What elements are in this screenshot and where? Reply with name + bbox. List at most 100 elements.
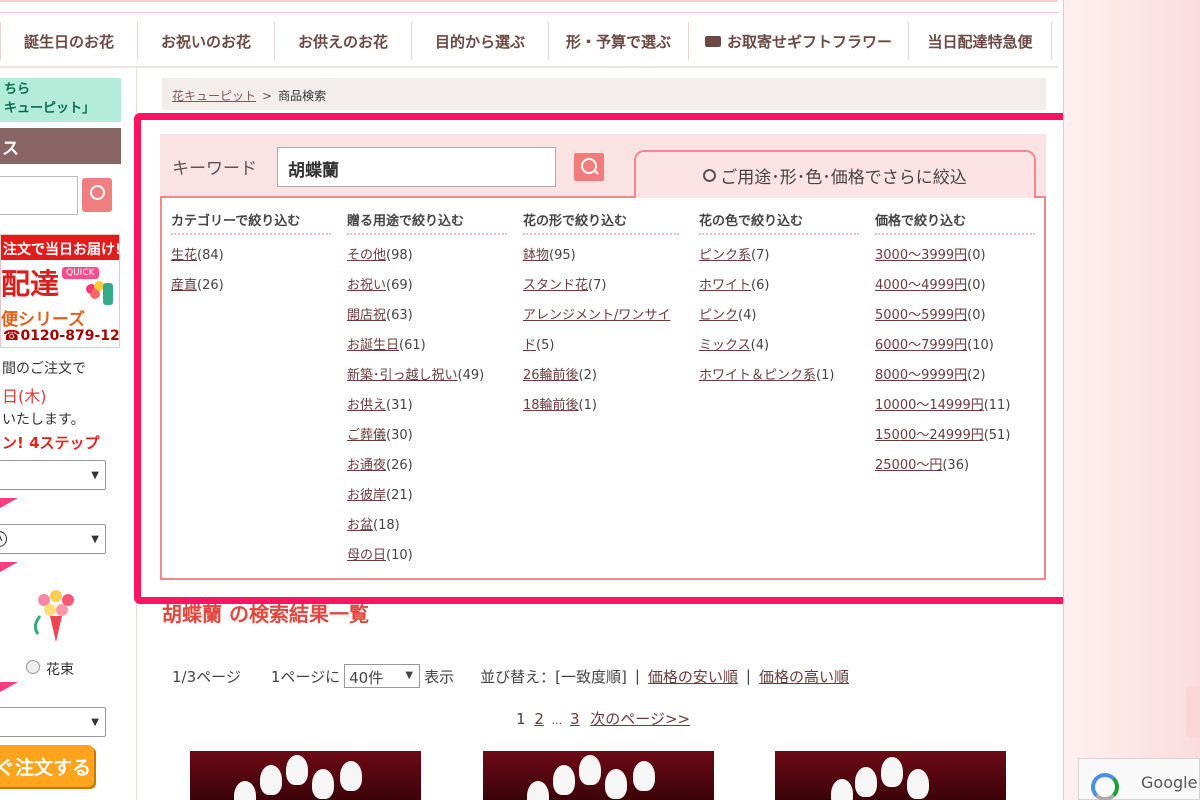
refine-item-link[interactable]: その他 [347, 248, 386, 263]
nav-item-offering[interactable]: お供えのお花 [275, 22, 412, 60]
refine-item-link[interactable]: お彼岸 [347, 488, 386, 503]
refine-item-link[interactable]: ご葬儀 [347, 428, 386, 443]
refine-item-link[interactable]: 5000～5999円 [875, 308, 967, 323]
refine-item-link[interactable]: お盆 [347, 518, 373, 533]
page-link-3[interactable]: 3 [570, 710, 580, 728]
refine-item-link[interactable]: 6000～7999円 [875, 338, 967, 353]
radio-bouquet[interactable] [26, 660, 40, 674]
nav-item-purpose[interactable]: 目的から選ぶ [412, 22, 549, 60]
refine-item-link[interactable]: 26輪前後 [523, 368, 579, 383]
refine-item[interactable]: 26輪前後(2) [523, 361, 679, 391]
refine-item[interactable]: お誕生日(61) [347, 331, 507, 361]
refine-item[interactable]: ホワイト＆ピンク系(1) [699, 361, 859, 391]
refine-tab[interactable]: ご用途･形･色･価格でさらに絞込 [634, 150, 1036, 198]
refine-item[interactable]: 産直(26) [171, 271, 331, 301]
refine-item-link[interactable]: お誕生日 [347, 338, 399, 353]
nav-item-birthday[interactable]: 誕生日のお花 [0, 22, 138, 60]
nav-item-gift-flower[interactable]: お取寄せギフトフラワー [689, 22, 909, 60]
refine-item-count: (10) [967, 338, 994, 353]
refine-item[interactable]: 新築･引っ越し祝い(49) [347, 361, 507, 391]
sidebar-text: いたします。 [2, 412, 85, 428]
sort-cheap-link[interactable]: 価格の安い順 [648, 666, 738, 687]
nav-item-express[interactable]: 当日配達特急便 [909, 22, 1052, 60]
refine-item[interactable]: 鉢物(95) [523, 241, 679, 271]
refine-item-link[interactable]: お祝い [347, 278, 386, 293]
refine-item[interactable]: 5000～5999円(0) [875, 301, 1035, 331]
nav-item-shape-budget[interactable]: 形・予算で選ぶ [549, 22, 689, 60]
refine-item[interactable]: ピンク(4) [699, 301, 859, 331]
refine-item[interactable]: お祝い(69) [347, 271, 507, 301]
refine-item-link[interactable]: ピンク [699, 308, 738, 323]
refine-item-link[interactable]: お通夜 [347, 458, 386, 473]
refine-item-link[interactable]: 産直 [171, 278, 197, 293]
page-info: 1/3ページ [172, 667, 241, 686]
sidebar-select-1[interactable]: ▼ [0, 460, 106, 490]
recaptcha-badge[interactable]: Google [1078, 758, 1200, 800]
refine-item-link[interactable]: ミックス [699, 338, 751, 353]
refine-item-link[interactable]: 3000～3999円 [875, 248, 967, 263]
refine-item-link[interactable]: 新築･引っ越し祝い [347, 368, 458, 383]
refine-item-link[interactable]: 鉢物 [523, 248, 549, 263]
product-thumbnail[interactable] [483, 751, 714, 800]
refine-item[interactable]: お彼岸(21) [347, 481, 507, 511]
refine-item-link[interactable]: ホワイト [699, 278, 751, 293]
refine-item-link[interactable]: スタンド花 [523, 278, 588, 293]
radio-label: 花束 [46, 662, 74, 678]
refine-item-link[interactable]: 18輪前後 [523, 398, 579, 413]
order-button[interactable]: ぐ注文する [0, 745, 94, 787]
refine-item[interactable]: お盆(18) [347, 511, 507, 541]
sidebar-search-input[interactable] [0, 176, 78, 215]
refine-item[interactable]: その他(98) [347, 241, 507, 271]
refine-item[interactable]: ミックス(4) [699, 331, 859, 361]
refine-item[interactable]: ご葬儀(30) [347, 421, 507, 451]
refine-item[interactable]: 15000～24999円(51) [875, 421, 1035, 451]
refine-item-link[interactable]: 15000～24999円 [875, 428, 984, 443]
column-title: 贈る用途で絞り込む [347, 210, 507, 235]
keyword-search-button[interactable] [574, 153, 604, 181]
sidebar-select-2[interactable]: A ▼ [0, 524, 106, 554]
refine-item[interactable]: 3000～3999円(0) [875, 241, 1035, 271]
refine-item-link[interactable]: 母の日 [347, 548, 386, 563]
refine-item[interactable]: お通夜(26) [347, 451, 507, 481]
refine-item[interactable]: 4000～4999円(0) [875, 271, 1035, 301]
per-page-select[interactable]: 40件 ▼ [344, 664, 421, 688]
sort-current: [一致度順] [555, 667, 627, 686]
refine-item[interactable]: 10000～14999円(11) [875, 391, 1035, 421]
refine-item[interactable]: 25000～円(36) [875, 451, 1035, 481]
refine-item-link[interactable]: ピンク系 [699, 248, 751, 263]
product-thumbnail[interactable] [775, 751, 1006, 800]
refine-item-link[interactable]: お供え [347, 398, 386, 413]
refine-item-link[interactable]: ホワイト＆ピンク系 [699, 368, 816, 383]
refine-item[interactable]: 生花(84) [171, 241, 331, 271]
refine-item[interactable]: 6000～7999円(10) [875, 331, 1035, 361]
refine-item[interactable]: スタンド花(7) [523, 271, 679, 301]
sidebar-select-3[interactable]: ▼ [0, 707, 106, 737]
keyword-input[interactable]: 胡蝶蘭 [277, 147, 556, 187]
refine-item[interactable]: ピンク系(7) [699, 241, 859, 271]
refine-item-link[interactable]: 生花 [171, 248, 197, 263]
sort-high-link[interactable]: 価格の高い順 [759, 666, 849, 687]
banner-quick-badge: QUICK [62, 267, 99, 279]
refine-item[interactable]: 18輪前後(1) [523, 391, 679, 421]
refine-item[interactable]: アレンジメント/ワンサイド(5) [523, 301, 679, 361]
refine-item[interactable]: 8000～9999円(2) [875, 361, 1035, 391]
express-banner[interactable]: 注文で当日お届け! 配達 QUICK 便シリーズ ☎0120-879-123 [0, 234, 120, 348]
breadcrumb-home-link[interactable]: 花キューピット [172, 89, 256, 103]
sidebar-green-banner[interactable]: ちら キューピット」 [0, 78, 121, 122]
refine-item-link[interactable]: 4000～4999円 [875, 278, 967, 293]
side-tab[interactable] [1186, 686, 1200, 738]
page-link-2[interactable]: 2 [534, 710, 544, 728]
refine-item-link[interactable]: 10000～14999円 [875, 398, 984, 413]
refine-item-link[interactable]: 開店祝 [347, 308, 386, 323]
bouquet-icon [86, 281, 113, 305]
sidebar-search-button[interactable] [82, 178, 112, 212]
refine-item-link[interactable]: 25000～円 [875, 458, 942, 473]
refine-item[interactable]: ホワイト(6) [699, 271, 859, 301]
refine-item-link[interactable]: 8000～9999円 [875, 368, 967, 383]
nav-item-celebration[interactable]: お祝いのお花 [138, 22, 275, 60]
refine-item[interactable]: 母の日(10) [347, 541, 507, 571]
refine-item[interactable]: 開店祝(63) [347, 301, 507, 331]
refine-item[interactable]: お供え(31) [347, 391, 507, 421]
product-thumbnail[interactable] [190, 751, 421, 800]
next-page-link[interactable]: 次のページ>> [590, 710, 690, 728]
